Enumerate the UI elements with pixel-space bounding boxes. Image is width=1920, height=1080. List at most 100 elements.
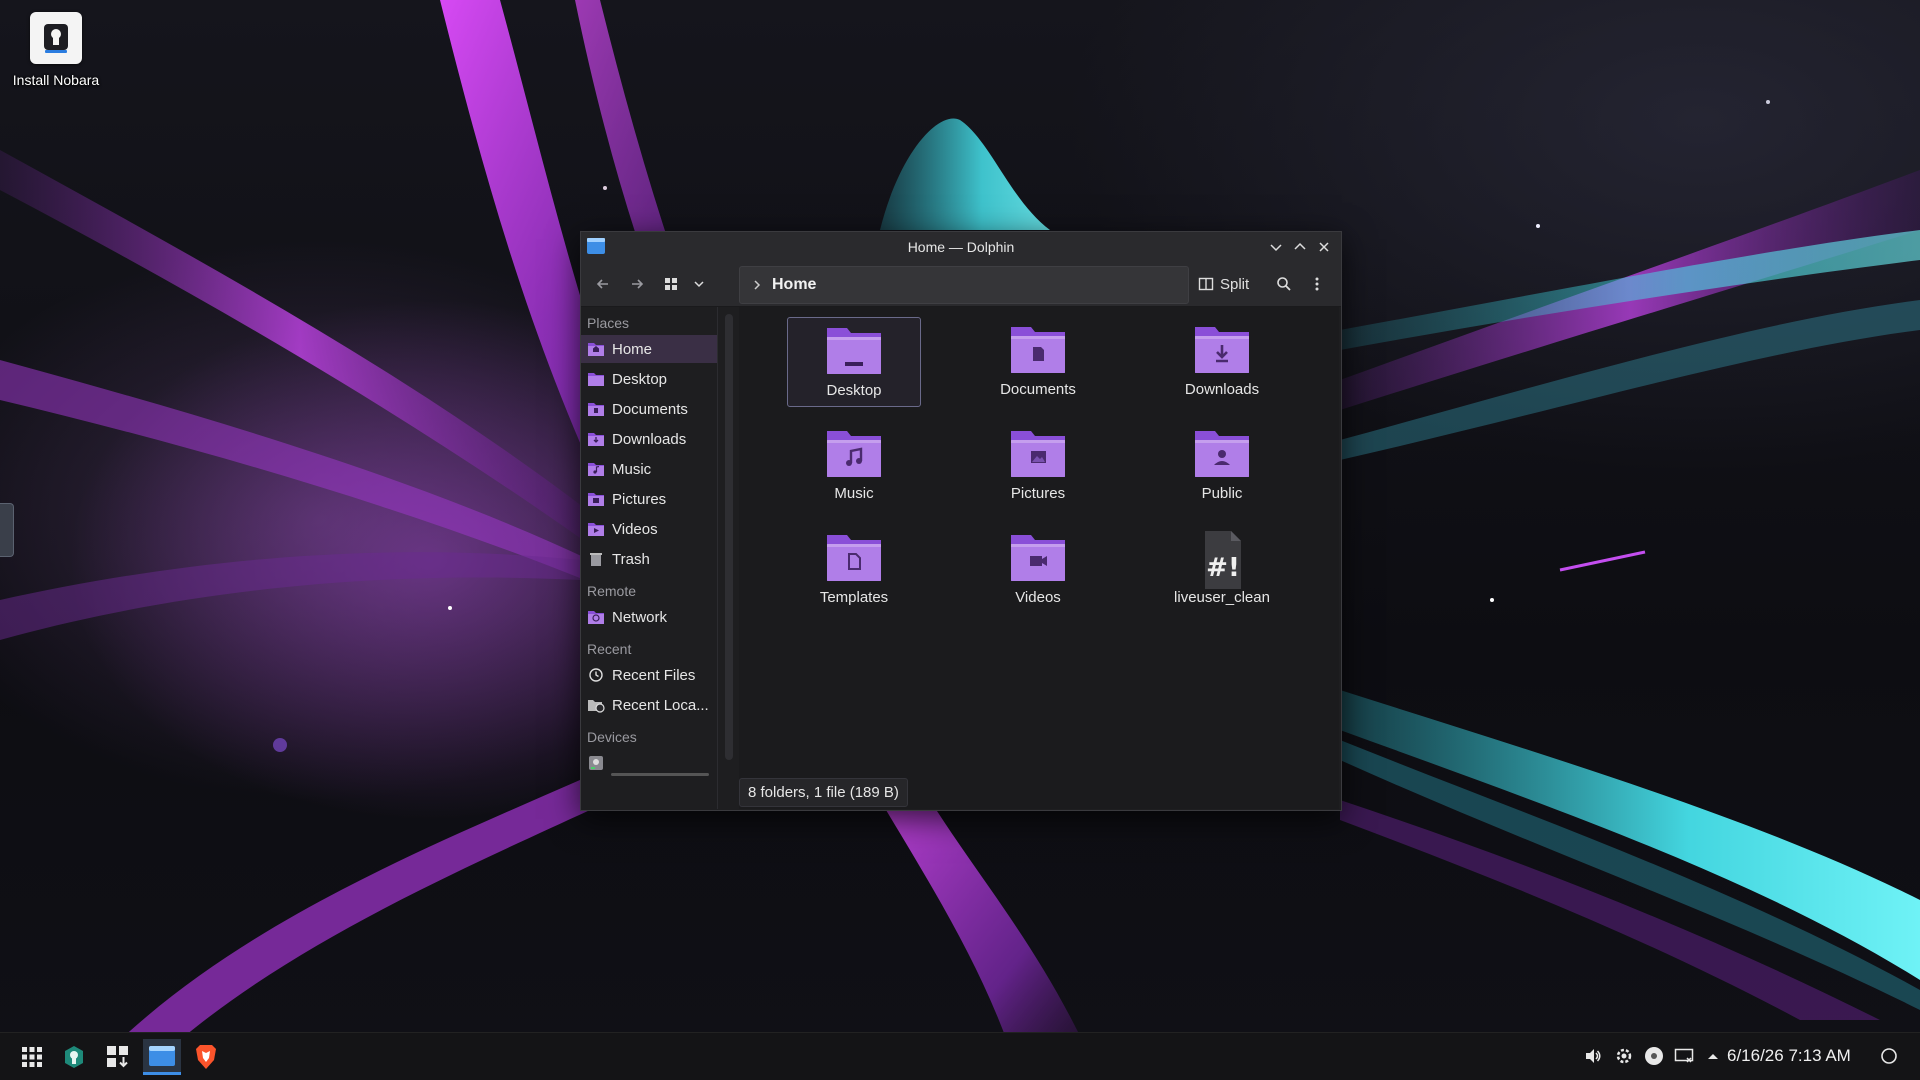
templates-folder-icon xyxy=(825,531,883,583)
settings-icon[interactable] xyxy=(1613,1045,1635,1067)
dolphin-task-button[interactable] xyxy=(143,1039,181,1075)
tray-expand-icon[interactable] xyxy=(1702,1045,1724,1067)
recent-locations-icon xyxy=(587,697,605,713)
power-icon[interactable] xyxy=(1878,1045,1900,1067)
sidebar-item-trash[interactable]: Trash xyxy=(581,545,717,573)
pictures-folder-icon xyxy=(587,491,605,507)
file-name: liveuser_clean xyxy=(1174,589,1270,606)
sidebar-item-downloads[interactable]: Downloads xyxy=(581,425,717,453)
sidebar-item-label: Recent Files xyxy=(612,666,696,684)
sidebar-section-remote: Remote xyxy=(587,583,637,599)
main-toolbar: Home Split xyxy=(581,262,1341,307)
location-bar[interactable]: Home xyxy=(739,266,1189,304)
split-label: Split xyxy=(1220,275,1250,293)
forward-button[interactable] xyxy=(623,270,651,298)
file-item-music[interactable]: Music xyxy=(787,421,921,511)
display-icon[interactable] xyxy=(1673,1045,1695,1067)
sidebar-item-network[interactable]: Network xyxy=(581,603,717,631)
file-name: Templates xyxy=(819,589,889,606)
sidebar-item-recent-loca[interactable]: Recent Loca... xyxy=(581,691,717,719)
split-button[interactable]: Split xyxy=(1198,270,1249,298)
app-launcher-button[interactable] xyxy=(14,1039,50,1075)
taskbar xyxy=(0,1032,1920,1080)
status-text: 8 folders, 1 file (189 B) xyxy=(739,777,908,807)
maximize-icon[interactable] xyxy=(1289,236,1311,258)
brave-browser-button[interactable] xyxy=(188,1039,224,1075)
sidebar-item-label: Documents xyxy=(612,400,688,418)
sidebar-item-desktop[interactable]: Desktop xyxy=(581,365,717,393)
sidebar-section-recent: Recent xyxy=(587,641,632,657)
sidebar-item-label: Recent Loca... xyxy=(612,696,709,714)
view-mode-button[interactable] xyxy=(657,270,685,298)
file-item-liveuser-clean[interactable]: #! liveuser_clean xyxy=(1155,525,1289,615)
file-item-videos[interactable]: Videos xyxy=(971,525,1105,615)
device-usage-bar xyxy=(611,773,709,776)
videos-folder-icon xyxy=(587,521,605,537)
dolphin-window: Home — Dolphin Home Split Places Home De… xyxy=(580,231,1342,811)
volume-icon[interactable] xyxy=(1582,1045,1604,1067)
back-button[interactable] xyxy=(589,270,617,298)
sidebar-item-documents[interactable]: Documents xyxy=(581,395,717,423)
desktop-icon-install-nobara[interactable]: Install Nobara xyxy=(4,12,108,88)
sidebar-item-label: Desktop xyxy=(612,370,668,388)
script-file-icon: #! xyxy=(1193,531,1251,589)
sidebar-section-places: Places xyxy=(587,315,630,331)
status-bar: 8 folders, 1 file (189 B) xyxy=(739,776,908,808)
sidebar-item-recent-files[interactable]: Recent Files xyxy=(581,661,717,689)
software-store-icon xyxy=(107,1046,128,1068)
disc-icon[interactable] xyxy=(1643,1045,1665,1067)
sidebar-item-music[interactable]: Music xyxy=(581,455,717,483)
dolphin-icon xyxy=(587,238,605,254)
file-item-pictures[interactable]: Pictures xyxy=(971,421,1105,511)
sidebar-item-home[interactable]: Home xyxy=(581,335,717,363)
music-folder-icon xyxy=(825,427,883,479)
file-item-public[interactable]: Public xyxy=(1155,421,1289,511)
nobara-welcome-button[interactable] xyxy=(56,1039,92,1075)
menu-button[interactable] xyxy=(1303,270,1331,298)
search-button[interactable] xyxy=(1270,270,1298,298)
file-item-templates[interactable]: Templates xyxy=(787,525,921,615)
network-folder-icon xyxy=(587,609,605,625)
nobara-welcome-icon xyxy=(65,1046,83,1068)
kebab-menu-icon xyxy=(1315,277,1319,291)
window-title: Home — Dolphin xyxy=(907,239,1015,255)
software-store-button[interactable] xyxy=(100,1039,136,1075)
close-icon[interactable] xyxy=(1313,236,1335,258)
sidebar-item-label: Home xyxy=(612,340,653,358)
search-icon xyxy=(1277,277,1291,291)
pictures-folder-icon xyxy=(1009,427,1067,479)
sidebar-item-label: Pictures xyxy=(612,490,667,508)
home-folder-icon xyxy=(587,341,605,357)
panel-edge-handle[interactable] xyxy=(0,503,14,557)
minimize-icon[interactable] xyxy=(1265,236,1287,258)
desktop-icon-label: Install Nobara xyxy=(12,72,100,88)
sidebar-item-label: Trash xyxy=(612,550,650,568)
sidebar-section-devices: Devices xyxy=(587,729,637,745)
file-name: Desktop xyxy=(826,382,882,399)
trash-icon xyxy=(587,551,605,567)
file-item-documents[interactable]: Documents xyxy=(971,317,1105,407)
view-mode-menu-button[interactable] xyxy=(685,270,713,298)
drive-icon xyxy=(587,755,605,771)
file-name: Documents xyxy=(1000,381,1076,398)
installer-icon xyxy=(30,12,82,64)
file-view[interactable]: Desktop Documents Downloads Music Pictures Pu… xyxy=(739,307,1339,809)
clock-icon xyxy=(587,667,605,683)
clock[interactable]: 6/16/26 7:13 AM xyxy=(1727,1032,1851,1080)
window-titlebar[interactable]: Home — Dolphin xyxy=(581,232,1341,262)
documents-folder-icon xyxy=(587,401,605,417)
sidebar-item-label: Videos xyxy=(612,520,658,538)
forward-arrow-icon xyxy=(632,279,644,289)
brave-browser-icon xyxy=(196,1045,216,1069)
places-scrollbar[interactable] xyxy=(725,314,733,760)
sidebar-item-videos[interactable]: Videos xyxy=(581,515,717,543)
breadcrumb-home[interactable]: Home xyxy=(772,276,816,294)
icons-view-icon xyxy=(665,278,677,290)
file-item-downloads[interactable]: Downloads xyxy=(1155,317,1289,407)
file-item-desktop[interactable]: Desktop xyxy=(787,317,921,407)
places-panel: Places Home Desktop Documents Downloads Music… xyxy=(581,307,718,809)
app-launcher-icon xyxy=(22,1047,42,1067)
file-name: Downloads xyxy=(1184,381,1260,398)
desktop-folder-icon xyxy=(587,371,605,387)
sidebar-item-pictures[interactable]: Pictures xyxy=(581,485,717,513)
